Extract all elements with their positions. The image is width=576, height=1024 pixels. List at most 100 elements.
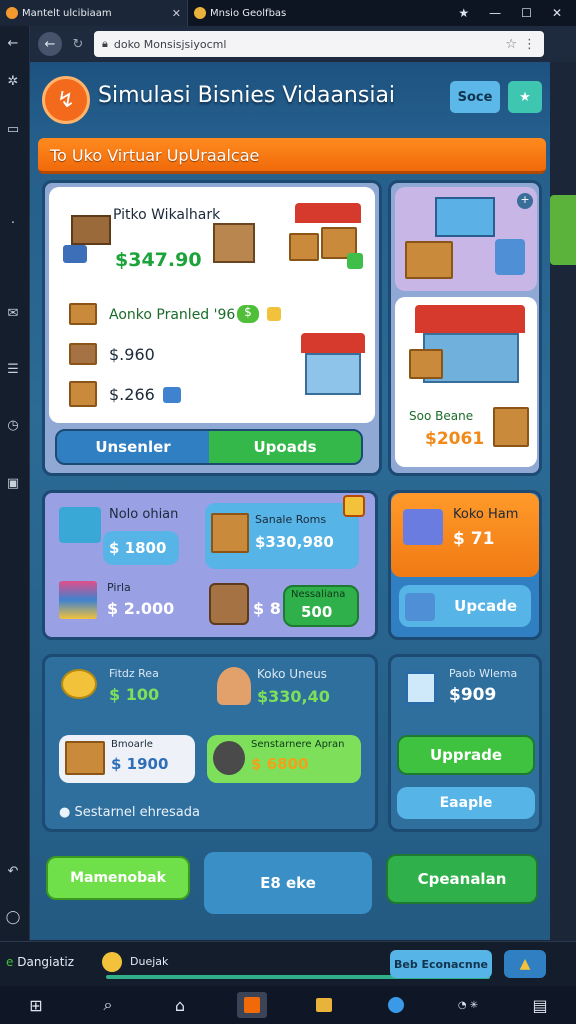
notification-icon[interactable]: ▤	[525, 992, 555, 1018]
coin-icon	[102, 952, 122, 972]
tab-favicon-icon	[194, 7, 206, 19]
upgrade-button[interactable]: Upprade	[397, 735, 535, 775]
app-orange-icon[interactable]	[237, 992, 267, 1018]
machine-icon	[405, 593, 435, 621]
game-banner: To Uko Virtuar UpUraalcae	[38, 138, 546, 174]
plus-icon[interactable]: +	[517, 193, 533, 209]
person-icon	[217, 667, 251, 705]
tray-icons[interactable]: ◔ ✳	[453, 992, 483, 1018]
bottom-left-text: Dangiatiz	[17, 955, 75, 969]
tab-title: Mnsio Geolfbas	[210, 7, 287, 19]
example-button[interactable]: Eaaple	[397, 787, 535, 819]
mail-icon[interactable]: ✉	[0, 306, 26, 321]
window-controls: ★ — ☐ ✕	[458, 6, 576, 20]
dot-icon[interactable]: ·	[0, 216, 26, 231]
home-icon[interactable]: ⌂	[165, 992, 195, 1018]
windows-start-icon[interactable]: ⊞	[21, 992, 51, 1018]
awning-icon	[295, 203, 361, 223]
badge-icon[interactable]	[343, 495, 365, 517]
game-canvas: ↯ Simulasi Bisnies Vidaansiai Soce ★ To …	[30, 62, 550, 940]
box-icon	[493, 407, 529, 447]
shop-title: Pitko Wikalhark	[113, 207, 221, 223]
left-sidebar: ← ✲ ▭ · ✉ ☰ ◷ ▣ ↶ ◯	[0, 26, 30, 941]
crate-icon	[289, 233, 319, 261]
crate-icon	[211, 513, 249, 553]
close-tab-icon[interactable]: ✕	[172, 7, 181, 20]
bag-card[interactable]: Senstarnere Apran $ 6800	[207, 735, 361, 783]
crate-label: Sanale Roms	[255, 513, 327, 526]
store-roof-icon	[415, 305, 525, 333]
address-bar[interactable]: 🔒︎ doko Monsisjsiyocml ☆ ⋮	[94, 31, 544, 57]
center-button[interactable]: E8 eke	[204, 852, 372, 914]
browser-tab-2[interactable]: Mnsio Geolfbas	[188, 0, 368, 26]
minimize-icon[interactable]: —	[489, 6, 501, 20]
shield-icon[interactable]: ◯	[0, 910, 26, 925]
bottom-mid-label: Duejak	[130, 955, 169, 968]
box-icon	[69, 381, 97, 407]
list-icon[interactable]: ☰	[0, 362, 26, 377]
nessaliana-button[interactable]: Nessaliana 500	[283, 585, 359, 627]
reload-icon[interactable]: ↻	[70, 32, 86, 56]
game-logo-icon: ↯	[42, 76, 90, 124]
url-text: doko Monsisjsiyocml	[113, 37, 227, 51]
stall-icon	[71, 215, 111, 245]
cabinet-icon	[213, 223, 255, 263]
clock-icon[interactable]: ◷	[0, 418, 26, 433]
cart-icon[interactable]: ▲	[504, 950, 546, 978]
box-icon	[405, 241, 453, 279]
os-taskbar: ⊞ ⌕ ⌂ ◔ ✳ ▤	[0, 986, 576, 1024]
crate-price: $330,980	[255, 533, 334, 551]
side-green-tab[interactable]	[550, 195, 576, 265]
box-icon	[409, 349, 443, 379]
bottom-right-button[interactable]: Beb Econacnne	[390, 950, 492, 978]
toggle-left-label[interactable]: Unsenler	[57, 438, 209, 456]
box-icon	[69, 343, 97, 365]
maximize-icon[interactable]: ☐	[521, 6, 532, 20]
tag-icon	[163, 387, 181, 403]
coins-label: Fitdz Rea	[109, 667, 159, 680]
channel-button[interactable]: Cpeanalan	[386, 854, 538, 904]
upgrade-price: $909	[449, 685, 497, 705]
barrel-icon	[209, 583, 249, 625]
search-icon[interactable]: ⌕	[93, 992, 123, 1018]
market-stall-icon	[305, 353, 361, 395]
shop-card: Pitko Wikalhark $347.90 Aonko Pranled '9…	[49, 187, 375, 423]
undo-icon[interactable]: ↶	[0, 864, 26, 879]
browser-tab-1[interactable]: Mantelt ulcibiaam ✕	[0, 0, 188, 26]
star-button[interactable]: ★	[508, 81, 542, 113]
box-icon[interactable]: ▣	[0, 476, 26, 491]
app-box-icon[interactable]	[309, 992, 339, 1018]
toggle-right-label[interactable]: Upoads	[209, 431, 361, 463]
box-card[interactable]: Bmoarle $ 1900	[59, 735, 195, 783]
crate-card[interactable]: Sanale Roms $330,980	[205, 503, 359, 569]
view-toggle[interactable]: Unsenler Upoads	[55, 429, 363, 465]
box-icon	[65, 741, 105, 775]
menu-button[interactable]: Mamenobak	[46, 856, 190, 900]
inventory-panel: Nolo ohian $ 1800 Sanale Roms $330,980 P…	[42, 490, 378, 640]
books-label: Pirla	[107, 581, 131, 594]
back-button[interactable]: ←	[38, 32, 62, 56]
close-window-icon[interactable]: ✕	[552, 6, 562, 20]
box-icon	[69, 303, 97, 325]
side-price: $2061	[425, 429, 485, 449]
tab-title: Mantelt ulcibiaam	[22, 7, 112, 19]
books-price: $ 2.000	[107, 599, 175, 618]
folder-icon[interactable]: ▭	[0, 122, 26, 137]
bookmark-star-icon[interactable]: ★	[458, 6, 469, 20]
nessaliana-value: 500	[301, 603, 333, 621]
tab-favicon-icon	[6, 7, 18, 19]
side-card-top: +	[395, 187, 537, 291]
back-arrow-icon[interactable]: ←	[0, 36, 26, 51]
shop-price-main: $347.90	[115, 249, 202, 271]
settings-icon[interactable]: ✲	[0, 74, 26, 89]
shop-panel: Pitko Wikalhark $347.90 Aonko Pranled '9…	[42, 180, 382, 476]
truck-price[interactable]: $ 1800	[103, 531, 179, 565]
menu-dots-icon[interactable]: ⋮	[523, 37, 536, 52]
coin-icon	[267, 307, 281, 321]
footer-text: Sestarnel ehresada	[74, 805, 200, 820]
books-icon	[59, 581, 97, 619]
score-button[interactable]: Soce	[450, 81, 500, 113]
lock-icon: 🔒︎	[102, 37, 108, 50]
app-blue-icon[interactable]	[381, 992, 411, 1018]
bookmark-icon[interactable]: ☆	[505, 37, 517, 52]
